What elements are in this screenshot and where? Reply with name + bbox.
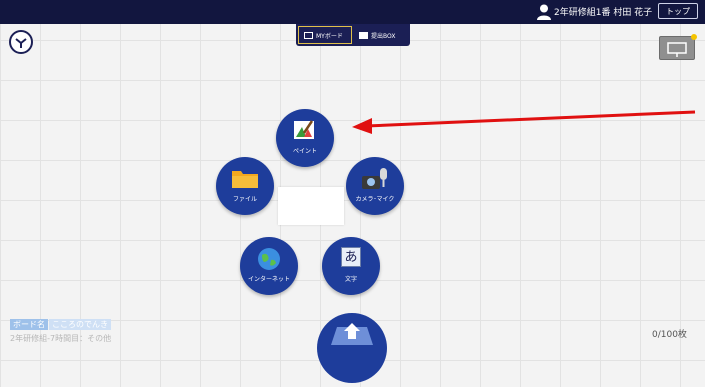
camera-mic-icon [362, 168, 387, 189]
inbox-icon [359, 31, 368, 39]
tab-submit-box[interactable]: 提出BOX [354, 26, 408, 44]
board-icon [304, 31, 313, 39]
board-thumbnail[interactable] [278, 187, 344, 225]
board-name-key: ボード名 [10, 319, 48, 330]
tab-my-board-label: MYボード [316, 32, 343, 40]
top-bar: 2年研修組1番 村田 花子 トップ [0, 0, 705, 24]
submit-button[interactable] [317, 313, 387, 383]
class-info: 2年研修組-7時間目：その他 [10, 334, 112, 343]
user-info: 2年研修組1番 村田 花子 [554, 8, 653, 18]
presentation-icon [667, 42, 687, 57]
upload-icon [331, 323, 373, 345]
tab-submit-box-label: 提出BOX [371, 32, 396, 40]
folder-icon [232, 171, 258, 188]
tab-my-board[interactable]: MYボード [298, 26, 352, 44]
camera-mic-button[interactable]: カメラ･マイク [346, 157, 404, 215]
text-button[interactable]: あ 文字 [322, 237, 380, 295]
logo-icon [15, 38, 27, 48]
app-logo-button[interactable] [9, 30, 33, 54]
internet-label: インターネット [247, 276, 290, 283]
board-name-value: こころのでんき [49, 319, 111, 330]
presentation-tool-button[interactable] [659, 34, 697, 60]
globe-icon [258, 248, 280, 270]
user-icon [537, 4, 551, 20]
paint-icon [294, 120, 314, 139]
internet-button[interactable]: インターネット [240, 237, 298, 295]
text-icon: あ [341, 247, 361, 267]
file-button[interactable]: ファイル [216, 157, 274, 215]
camera-mic-label: カメラ･マイク [355, 196, 395, 203]
text-label: 文字 [344, 276, 357, 283]
top-page-button[interactable]: トップ [658, 3, 698, 19]
board-name: ボード名 こころのでんき [10, 319, 111, 330]
paint-label: ペイント [292, 148, 317, 155]
notification-dot [691, 34, 697, 40]
paint-button[interactable]: ペイント [276, 109, 334, 167]
board-counter: 0/100枚 [652, 330, 687, 340]
file-label: ファイル [232, 196, 257, 203]
board-tabs: MYボード 提出BOX [296, 24, 410, 46]
